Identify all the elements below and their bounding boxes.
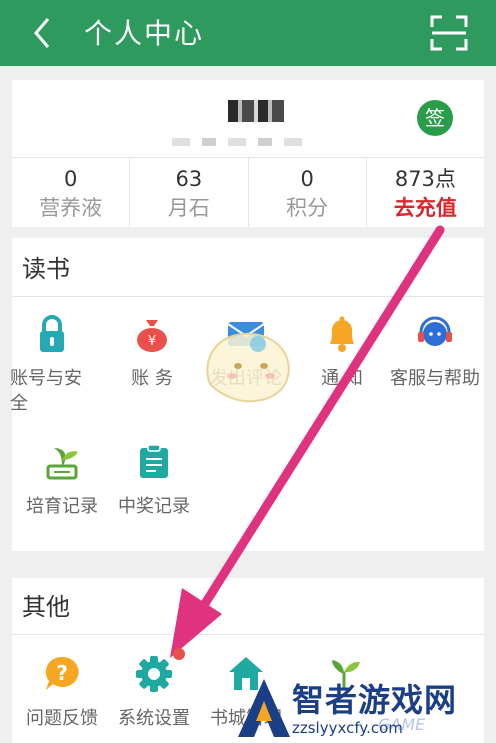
menu-item-label: 客服与帮助 bbox=[390, 368, 480, 389]
stat-recharge[interactable]: 873点 去充值 bbox=[367, 158, 484, 227]
menu-item-label: 账号与安全 bbox=[10, 368, 82, 414]
menu-item-feedback[interactable]: ? 问题反馈 bbox=[12, 654, 112, 731]
menu-item-system-settings[interactable]: 系统设置 bbox=[104, 654, 204, 731]
section-title-other: 其他 bbox=[22, 593, 70, 621]
username-blurred bbox=[228, 100, 284, 122]
stat-value: 63 bbox=[175, 167, 203, 191]
headset-icon bbox=[418, 316, 452, 346]
clipboard-icon bbox=[140, 444, 168, 478]
user-info-blurred bbox=[172, 138, 312, 146]
settings-notification-dot bbox=[173, 648, 185, 660]
stat-nutrient[interactable]: 0 营养液 bbox=[12, 158, 131, 227]
svg-text:¥: ¥ bbox=[148, 334, 156, 349]
menu-item-notifications[interactable]: 通 知 bbox=[292, 314, 392, 391]
stat-label: 积分 bbox=[286, 196, 329, 220]
menu-item-label: 通 知 bbox=[321, 368, 363, 389]
stat-label: 营养液 bbox=[39, 196, 103, 220]
divider bbox=[12, 296, 484, 297]
menu-item-support[interactable]: 客服与帮助 bbox=[386, 314, 484, 391]
money-bag-icon: ¥ bbox=[137, 320, 167, 352]
mascot-sticker bbox=[206, 332, 290, 403]
profile-card: 签 0 营养液 63 月石 0 积分 873点 去充值 bbox=[12, 80, 484, 227]
watermark-url: zzslyyxcfy.com bbox=[292, 719, 403, 737]
back-icon[interactable] bbox=[28, 15, 58, 51]
menu-item-label: 系统设置 bbox=[118, 708, 190, 729]
menu-item-label: 问题反馈 bbox=[26, 708, 98, 729]
menu-item-prize-records[interactable]: 中奖记录 bbox=[104, 442, 204, 519]
menu-item-label: 培育记录 bbox=[26, 496, 98, 517]
site-watermark: GAME 智者游戏网 zzslyyxcfy.com bbox=[228, 673, 496, 743]
question-bubble-icon: ? bbox=[45, 656, 79, 690]
top-bar: 个人中心 bbox=[0, 0, 496, 66]
menu-item-billing[interactable]: ¥ 账 务 bbox=[102, 314, 202, 391]
stat-value: 873点 bbox=[394, 167, 456, 191]
bell-icon bbox=[330, 316, 354, 352]
menu-item-label: 中奖记录 bbox=[118, 496, 190, 517]
plant-icon bbox=[46, 448, 78, 480]
stat-value: 0 bbox=[63, 167, 78, 191]
menu-item-growth-records[interactable]: 培育记录 bbox=[12, 442, 112, 519]
recharge-link[interactable]: 去充值 bbox=[367, 192, 484, 224]
stat-label: 月石 bbox=[167, 196, 210, 220]
section-title-reading: 读书 bbox=[22, 255, 70, 283]
watermark-title: 智者游戏网 bbox=[292, 681, 458, 719]
menu-item-label: 账 务 bbox=[131, 368, 173, 389]
sign-in-button[interactable]: 签 bbox=[417, 100, 453, 136]
stat-value: 0 bbox=[300, 167, 314, 191]
divider bbox=[12, 634, 484, 635]
menu-item-account-security[interactable]: 账号与安全 bbox=[6, 314, 98, 416]
stat-points[interactable]: 0 积分 bbox=[249, 158, 367, 227]
stat-moonstone[interactable]: 63 月石 bbox=[130, 158, 249, 227]
svg-text:?: ? bbox=[56, 661, 68, 685]
gear-icon bbox=[136, 656, 172, 692]
scan-icon[interactable] bbox=[430, 15, 468, 51]
page-title: 个人中心 bbox=[84, 17, 205, 50]
watermark-logo bbox=[238, 679, 290, 737]
lock-icon bbox=[40, 315, 64, 352]
stats-row: 0 营养液 63 月石 0 积分 873点 去充值 bbox=[12, 157, 484, 227]
